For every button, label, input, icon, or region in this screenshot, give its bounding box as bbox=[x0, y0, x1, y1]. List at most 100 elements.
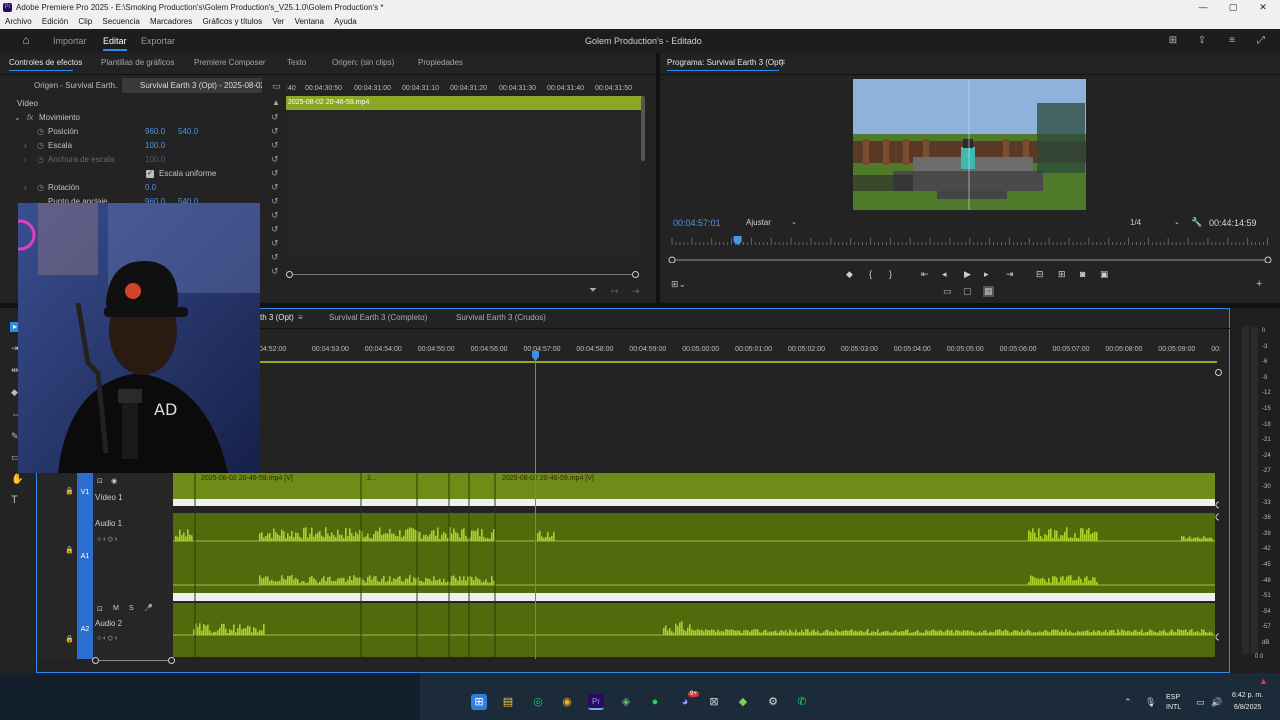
overwrite-icon[interactable]: ⊞ bbox=[1058, 269, 1066, 280]
go-to-out-icon[interactable]: ⇥ bbox=[1006, 269, 1014, 280]
collapse-arrow-icon[interactable]: ▲ bbox=[272, 98, 280, 107]
workspace-importar[interactable]: Importar bbox=[53, 36, 87, 46]
reset-icon[interactable]: ↺ bbox=[271, 224, 279, 235]
settings-taskbar-icon[interactable]: ⚙ bbox=[765, 694, 781, 710]
tab-sequence-opt[interactable]: th 3 (Opt) bbox=[260, 313, 294, 322]
stopwatch-icon[interactable]: ◷ bbox=[37, 141, 44, 150]
panel-end-icon[interactable]: ⇥ bbox=[632, 286, 640, 297]
mini-timeline-ruler[interactable]: :40 00:04:30:50 00:04:31:00 00:04:31:10 … bbox=[286, 85, 642, 95]
premiere-taskbar-icon[interactable]: Pr bbox=[588, 694, 604, 710]
menu-ayuda[interactable]: Ayuda bbox=[334, 17, 357, 26]
reset-icon[interactable]: ↺ bbox=[271, 126, 279, 137]
type-tool-icon[interactable]: T bbox=[11, 494, 18, 506]
reset-icon[interactable]: ↺ bbox=[271, 196, 279, 207]
track-header-a2[interactable]: 🔒 A2 ⊡ M S 🎤 Audio 2 ○ ‹ ◇ › bbox=[37, 601, 173, 659]
zoom-handle-right[interactable] bbox=[632, 271, 639, 278]
toggle-sync-icon[interactable]: ⊡ bbox=[97, 477, 103, 485]
menu-edicion[interactable]: Edición bbox=[42, 17, 68, 26]
lock-icon[interactable]: 🔒 bbox=[65, 487, 74, 495]
microphone-icon[interactable]: 🎤 bbox=[144, 604, 153, 612]
step-back-icon[interactable]: ◂ bbox=[942, 269, 947, 280]
track-header-v1[interactable]: 🔒 V1 ⊡ ◉ Vídeo 1 bbox=[37, 473, 173, 513]
game-launcher-icon[interactable]: ◈ bbox=[618, 694, 634, 710]
chrome-icon[interactable]: ◉ bbox=[559, 694, 575, 710]
work-area-bar[interactable] bbox=[259, 361, 1217, 363]
track-target-v1[interactable]: V1 bbox=[77, 473, 93, 513]
settings-menu-icon[interactable]: ≡ bbox=[1226, 35, 1238, 46]
panel-menu-icon[interactable]: ≡ bbox=[780, 57, 785, 67]
wrench-icon[interactable]: 🔧 bbox=[1191, 217, 1202, 228]
network-icon[interactable]: ▭ bbox=[1196, 697, 1205, 708]
go-to-in-icon[interactable]: ⇤ bbox=[921, 269, 929, 280]
mini-timeline-clip[interactable]: 2025-08-02 20-46-59.mp4 bbox=[286, 96, 642, 110]
compare-icon[interactable]: ▣ bbox=[1100, 269, 1109, 280]
reset-icon[interactable]: ↺ bbox=[271, 112, 279, 123]
panel-menu-icon[interactable]: ≡ bbox=[298, 313, 303, 322]
reset-icon[interactable]: ↺ bbox=[271, 266, 279, 277]
warning-icon[interactable]: ▲ bbox=[1259, 676, 1268, 686]
menu-archivo[interactable]: Archivo bbox=[5, 17, 32, 26]
stopwatch-icon[interactable]: ◷ bbox=[37, 183, 44, 192]
expand-chevron-icon[interactable]: › bbox=[24, 183, 27, 192]
clip-label[interactable]: 2025-08-02 20-46-59.mp4 [V] bbox=[201, 475, 293, 482]
clock-date[interactable]: 6/8/2025 bbox=[1234, 704, 1261, 711]
mute-button[interactable]: M bbox=[113, 605, 119, 612]
tab-premiere-composer[interactable]: Premiere Composer bbox=[194, 58, 266, 67]
spotify-icon[interactable]: ● bbox=[647, 694, 663, 710]
workspaces-icon[interactable]: ⊞ bbox=[1167, 35, 1179, 46]
tab-texto[interactable]: Texto bbox=[287, 58, 306, 67]
xbox-icon[interactable]: ⊠ bbox=[706, 694, 722, 710]
track-header-a1[interactable]: 🔒 A1 Audio 1 ○ ‹ ◇ › bbox=[37, 513, 173, 601]
reset-icon[interactable]: ↺ bbox=[271, 168, 279, 179]
clip-label[interactable]: 2... bbox=[367, 475, 377, 482]
tab-sequence-crudos[interactable]: Survival Earth 3 (Crudos) bbox=[456, 313, 546, 322]
menu-marcadores[interactable]: Marcadores bbox=[150, 17, 192, 26]
fit-dropdown[interactable]: Ajustar ⌄ bbox=[742, 216, 802, 229]
keyframe-nav-icon[interactable]: ○ ‹ ◇ › bbox=[97, 535, 117, 543]
fullscreen-icon[interactable]: ⤢ bbox=[1255, 35, 1267, 46]
windows-start-icon[interactable]: ⊞ bbox=[471, 694, 487, 710]
tray-mic-icon[interactable]: 🎙 bbox=[1145, 697, 1156, 708]
share-icon[interactable]: ⇪ bbox=[1196, 35, 1208, 46]
property-row[interactable]: ◷ Posición 960.0 540.0 bbox=[0, 125, 270, 139]
safe-margins-icon[interactable]: ▭ bbox=[943, 286, 952, 297]
track-target-a2[interactable]: A2 bbox=[77, 601, 93, 659]
filter-icon[interactable]: ⏷ bbox=[589, 285, 597, 296]
home-icon[interactable]: ⌂ bbox=[20, 34, 32, 46]
menu-ver[interactable]: Ver bbox=[272, 17, 284, 26]
comparison-view-icon[interactable]: ▢ bbox=[963, 286, 972, 297]
tab-propiedades[interactable]: Propiedades bbox=[418, 58, 463, 67]
effect-movimiento-row[interactable]: ⌄ fx Movimiento bbox=[0, 111, 270, 125]
input-lang[interactable]: ESP bbox=[1166, 694, 1180, 701]
panel-splitter[interactable] bbox=[656, 53, 660, 306]
reset-icon[interactable]: ↺ bbox=[271, 140, 279, 151]
camera-icon[interactable]: ◙ bbox=[1080, 269, 1085, 279]
export-frame-icon[interactable]: ↦ bbox=[611, 286, 619, 297]
menu-graficos[interactable]: Gráficos y títulos bbox=[203, 17, 263, 26]
add-marker-icon[interactable]: ◆ bbox=[846, 269, 853, 280]
step-forward-icon[interactable]: ▸ bbox=[984, 269, 989, 280]
tab-controles-efectos[interactable]: Controles de efectos bbox=[9, 58, 82, 67]
proxy-toggle-icon[interactable]: ▦ bbox=[983, 286, 994, 297]
add-button-icon[interactable]: + bbox=[1256, 278, 1262, 290]
reset-icon[interactable]: ↺ bbox=[271, 238, 279, 249]
expand-chevron-icon[interactable]: ⌄ bbox=[14, 113, 21, 122]
zoom-handle-left[interactable] bbox=[286, 271, 293, 278]
monitor-settings-icon[interactable]: ⊞⌄ bbox=[671, 279, 686, 290]
expand-chevron-icon[interactable]: › bbox=[24, 155, 27, 164]
lock-icon[interactable]: 🔒 bbox=[65, 635, 74, 643]
minecraft-icon[interactable]: ◆ bbox=[735, 694, 751, 710]
menu-secuencia[interactable]: Secuencia bbox=[102, 17, 139, 26]
timeline-ruler[interactable]: 04:52:00 00:04:53:00 00:04:54:00 00:04:55:0… bbox=[259, 346, 1221, 358]
volume-icon[interactable]: 🔊 bbox=[1211, 697, 1222, 708]
toggle-sync-icon[interactable]: ⊡ bbox=[97, 605, 103, 613]
input-layout[interactable]: INTL bbox=[1166, 704, 1181, 711]
expand-chevron-icon[interactable]: › bbox=[24, 141, 27, 150]
source-chip[interactable]: Origen - Survival Earth... bbox=[20, 79, 118, 93]
tab-sequence-completo[interactable]: Survival Earth 3 (Completo) bbox=[329, 313, 427, 322]
mini-zoom-bar[interactable] bbox=[290, 274, 636, 275]
stopwatch-icon[interactable]: ◷ bbox=[37, 127, 44, 136]
tracks-area[interactable] bbox=[173, 469, 1219, 661]
rotation-value[interactable]: 0.0 bbox=[145, 183, 156, 192]
eye-icon[interactable]: ◉ bbox=[111, 477, 117, 485]
